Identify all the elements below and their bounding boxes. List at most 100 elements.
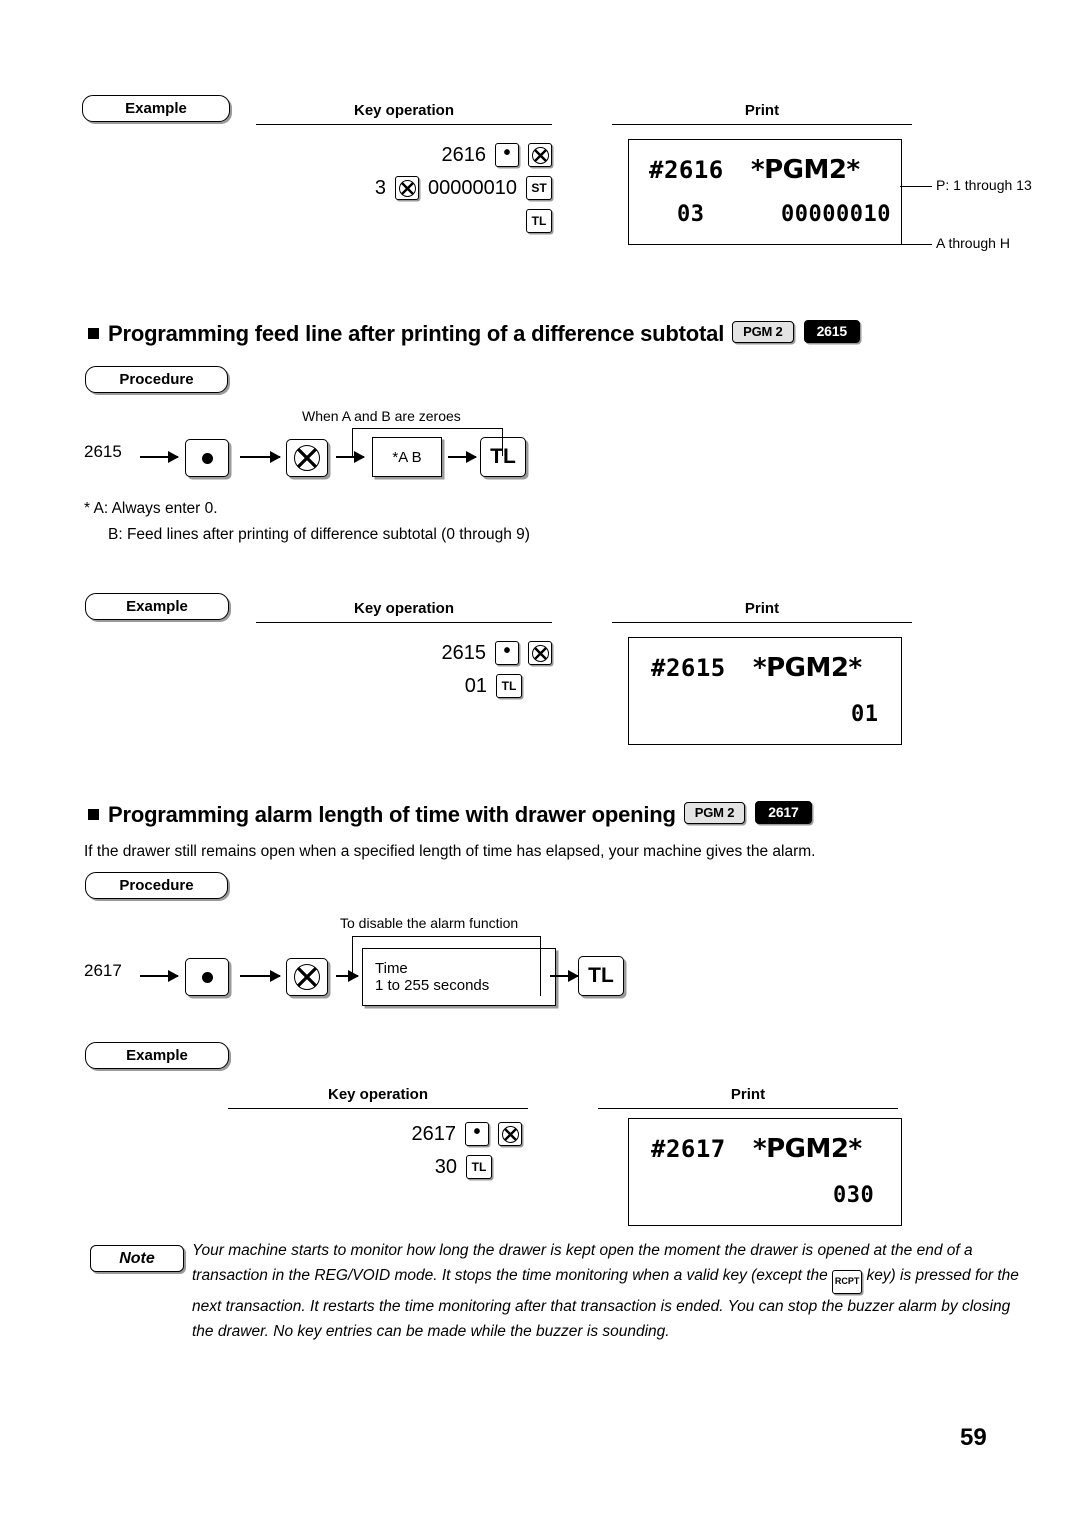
flow-arrow-2a <box>140 970 179 982</box>
procedure-badge-2: Procedure <box>85 872 228 899</box>
section2-intro: If the drawer still remains open when a … <box>84 843 1004 861</box>
example-badge-3-label: Example <box>126 1047 188 1064</box>
tl-key-label: TL <box>471 1160 487 1174</box>
code-2615-text: 2615 <box>441 641 487 664</box>
tl-key-icon: TL <box>480 437 526 477</box>
value-01-text: 01 <box>464 674 487 697</box>
square-bullet-icon <box>88 328 99 339</box>
receipt-2-line2-right: 01 <box>851 702 879 727</box>
section1-note-line-2: B: Feed lines after printing of differen… <box>108 526 530 544</box>
flow-data-box-ab-label: *A B <box>392 448 422 466</box>
tag-pgm2-2: PGM 2 <box>683 802 746 824</box>
flow-arrow-2c <box>336 970 359 982</box>
flow-arrow-1b <box>240 451 281 463</box>
flow-code-2615-label: 2615 <box>84 442 122 461</box>
flow-arrow-1d <box>448 451 477 463</box>
multiply-key-icon <box>286 439 328 477</box>
callout-bottom-label: A through H <box>936 235 1010 251</box>
print-header-2-label: Print <box>744 600 780 617</box>
print-rule-3 <box>598 1108 898 1109</box>
key-op-row-3-2: 30 TL <box>300 1155 492 1179</box>
key-operation-rule-1 <box>256 124 552 125</box>
section1-note-1-label: * A: Always enter 0. <box>84 500 218 517</box>
flow-caption-bracket-2-left <box>352 936 353 975</box>
tl-key-icon: TL <box>526 209 552 233</box>
flow-caption-1: When A and B are zeroes <box>302 408 461 424</box>
section1-note-2-label: B: Feed lines after printing of differen… <box>108 526 530 543</box>
section2-intro-label: If the drawer still remains open when a … <box>84 843 816 860</box>
key-operation-rule-2 <box>256 622 552 623</box>
multiply-key-icon <box>528 143 552 167</box>
tl-key-label: TL <box>588 964 614 987</box>
section-title-2617: Programming alarm length of time with dr… <box>88 801 1038 828</box>
receipt-3-line1-left: #2617 <box>651 1135 726 1163</box>
flow-data-box-ab: *A B <box>372 437 442 477</box>
tag-pgm2-2-label: PGM 2 <box>694 805 735 820</box>
receipt-box-3: #2617 *PGM2* 030 <box>628 1118 902 1226</box>
receipt-box-2: #2615 *PGM2* 01 <box>628 637 902 745</box>
code-2616-text: 2616 <box>441 143 487 166</box>
dot-key-icon <box>185 439 229 477</box>
flow-code-2617: 2617 <box>84 961 122 981</box>
receipt-1-line1-left: #2616 <box>649 156 724 184</box>
note-text: Your machine starts to monitor how long … <box>192 1238 1026 1344</box>
flow-caption-2: To disable the alarm function <box>340 915 518 931</box>
rcpt-key-label: RCPT <box>834 1276 860 1286</box>
value-30-text: 30 <box>434 1155 457 1178</box>
note-badge: Note <box>90 1245 184 1272</box>
flow-caption-bracket-2-right <box>540 936 541 996</box>
key-operation-header-3: Key operation <box>228 1086 528 1103</box>
key-op-row-2-1: 2615 • <box>330 641 552 665</box>
rcpt-key-icon: RCPT <box>832 1269 863 1294</box>
dot-key-icon <box>185 958 229 996</box>
tl-key-label: TL <box>490 445 516 468</box>
flow-caption-1-label: When A and B are zeroes <box>302 408 461 424</box>
receipt-2-line1-right: *PGM2* <box>753 653 862 683</box>
flow-caption-bracket-1-top <box>352 428 502 429</box>
multiply-key-icon <box>286 958 328 996</box>
receipt-1-line1-right: *PGM2* <box>751 155 860 185</box>
flow-code-2615: 2615 <box>84 442 122 462</box>
value-00000010-text: 00000010 <box>428 176 517 199</box>
tag-code-2615-label: 2615 <box>816 323 848 339</box>
key-operation-rule-3 <box>228 1108 528 1109</box>
print-header-3-label: Print <box>730 1086 766 1103</box>
tl-key-label: TL <box>501 679 517 693</box>
flow-arrow-2d <box>550 970 579 982</box>
flow-caption-bracket-1-right <box>502 428 503 456</box>
key-op-row-1-1: 2616 • <box>330 143 552 167</box>
key-operation-header-2-label: Key operation <box>353 600 455 617</box>
flow-data-box-time-line2: 1 to 255 seconds <box>375 977 490 994</box>
tag-pgm2-1: PGM 2 <box>732 321 794 343</box>
tl-key-icon: TL <box>496 674 522 698</box>
st-key-label: ST <box>531 181 547 195</box>
tl-key-icon: TL <box>578 956 624 996</box>
callout-leader-top <box>900 186 932 187</box>
flow-caption-bracket-2-top <box>352 936 540 937</box>
page-number: 59 <box>960 1424 987 1452</box>
section-title-2615: Programming feed line after printing of … <box>88 320 1018 347</box>
procedure-badge-2-label: Procedure <box>119 877 194 894</box>
tag-code-2617-label: 2617 <box>768 804 799 820</box>
multiply-key-icon <box>395 176 420 200</box>
tl-key-label: TL <box>531 214 547 228</box>
quantity-3-text: 3 <box>374 176 387 199</box>
key-operation-header-1-label: Key operation <box>353 102 455 119</box>
section1-note-line-1: * A: Always enter 0. <box>84 500 218 518</box>
flow-data-box-time: Time 1 to 255 seconds <box>362 948 556 1006</box>
flow-data-box-time-line1: Time <box>375 960 408 977</box>
key-op-row-3-1: 2617 • <box>300 1122 522 1146</box>
example-badge-1-label: Example <box>125 100 187 117</box>
dot-key-icon: • <box>465 1122 489 1146</box>
receipt-2-line1-left: #2615 <box>651 654 726 682</box>
dot-key-icon: • <box>495 641 519 665</box>
example-badge-3: Example <box>85 1042 229 1069</box>
code-2617-text: 2617 <box>411 1122 457 1145</box>
procedure-badge-1-label: Procedure <box>119 371 194 388</box>
procedure-badge-1: Procedure <box>85 366 228 393</box>
tag-code-2615: 2615 <box>803 320 860 343</box>
dot-key-icon: • <box>495 143 519 167</box>
print-header-2: Print <box>612 600 912 617</box>
example-badge-1: Example <box>82 95 230 122</box>
receipt-1-line2-right: 00000010 <box>781 202 891 227</box>
